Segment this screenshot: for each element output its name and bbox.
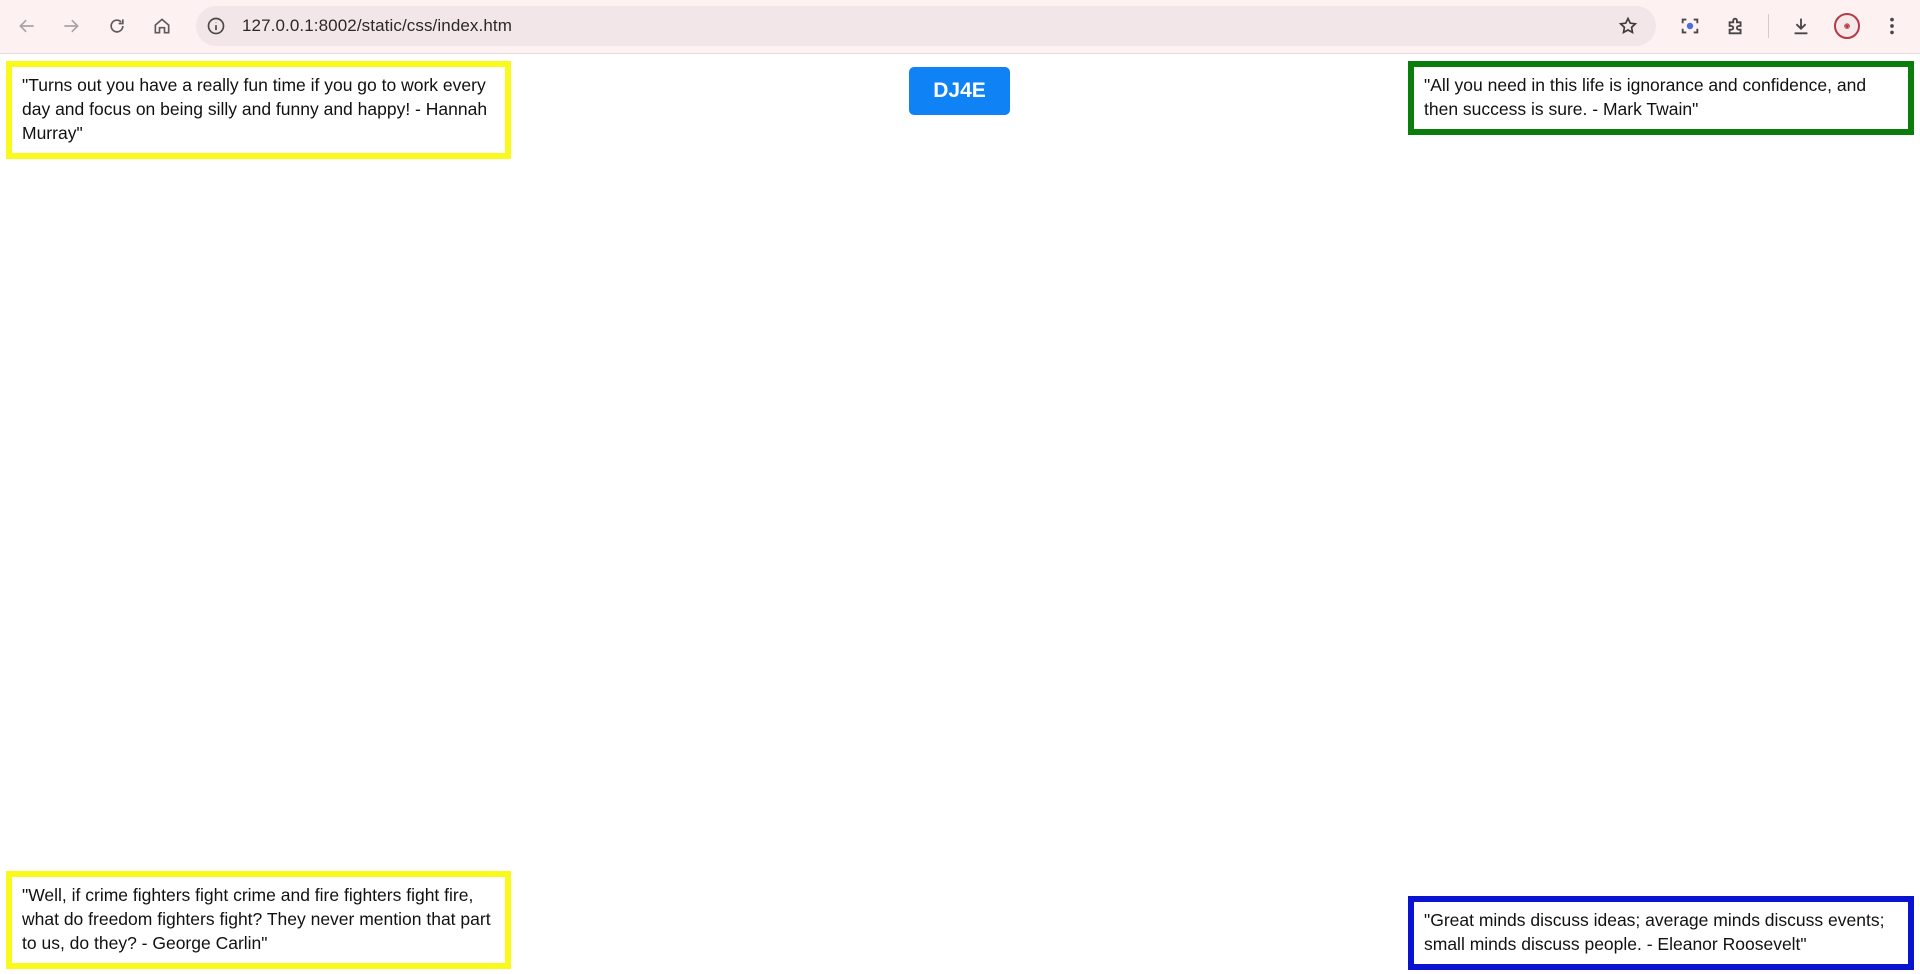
back-button[interactable]	[12, 11, 42, 41]
browser-toolbar: 127.0.0.1:8002/static/css/index.htm ◉	[0, 0, 1920, 54]
quote-top-right: "All you need in this life is ignorance …	[1408, 61, 1914, 135]
bookmark-star-icon[interactable]	[1618, 16, 1638, 36]
quote-top-left: "Turns out you have a really fun time if…	[6, 61, 511, 159]
reload-icon	[110, 19, 124, 33]
extensions-icon	[1728, 17, 1742, 35]
profile-avatar[interactable]: ◉	[1834, 13, 1860, 39]
lens-button[interactable]	[1676, 12, 1704, 40]
downloads-button[interactable]	[1787, 12, 1815, 40]
lens-icon	[1681, 18, 1699, 34]
forward-button[interactable]	[56, 11, 86, 41]
menu-icon	[1890, 17, 1894, 35]
menu-button[interactable]	[1878, 12, 1906, 40]
address-bar[interactable]: 127.0.0.1:8002/static/css/index.htm	[196, 6, 1656, 46]
dj4e-button[interactable]: DJ4E	[909, 67, 1010, 115]
extensions-button[interactable]	[1722, 12, 1750, 40]
site-info-icon[interactable]	[206, 16, 226, 36]
back-icon	[19, 19, 34, 33]
forward-icon	[64, 19, 79, 33]
home-button[interactable]	[147, 11, 177, 41]
url-text[interactable]: 127.0.0.1:8002/static/css/index.htm	[242, 6, 512, 46]
reload-button[interactable]	[102, 11, 132, 41]
download-icon	[1794, 18, 1808, 35]
profile-badge-icon: ◉	[1843, 23, 1851, 30]
home-icon	[154, 18, 170, 34]
quote-bottom-left: "Well, if crime fighters fight crime and…	[6, 871, 511, 969]
toolbar-separator	[1768, 14, 1769, 38]
quote-bottom-right: "Great minds discuss ideas; average mind…	[1408, 896, 1914, 970]
